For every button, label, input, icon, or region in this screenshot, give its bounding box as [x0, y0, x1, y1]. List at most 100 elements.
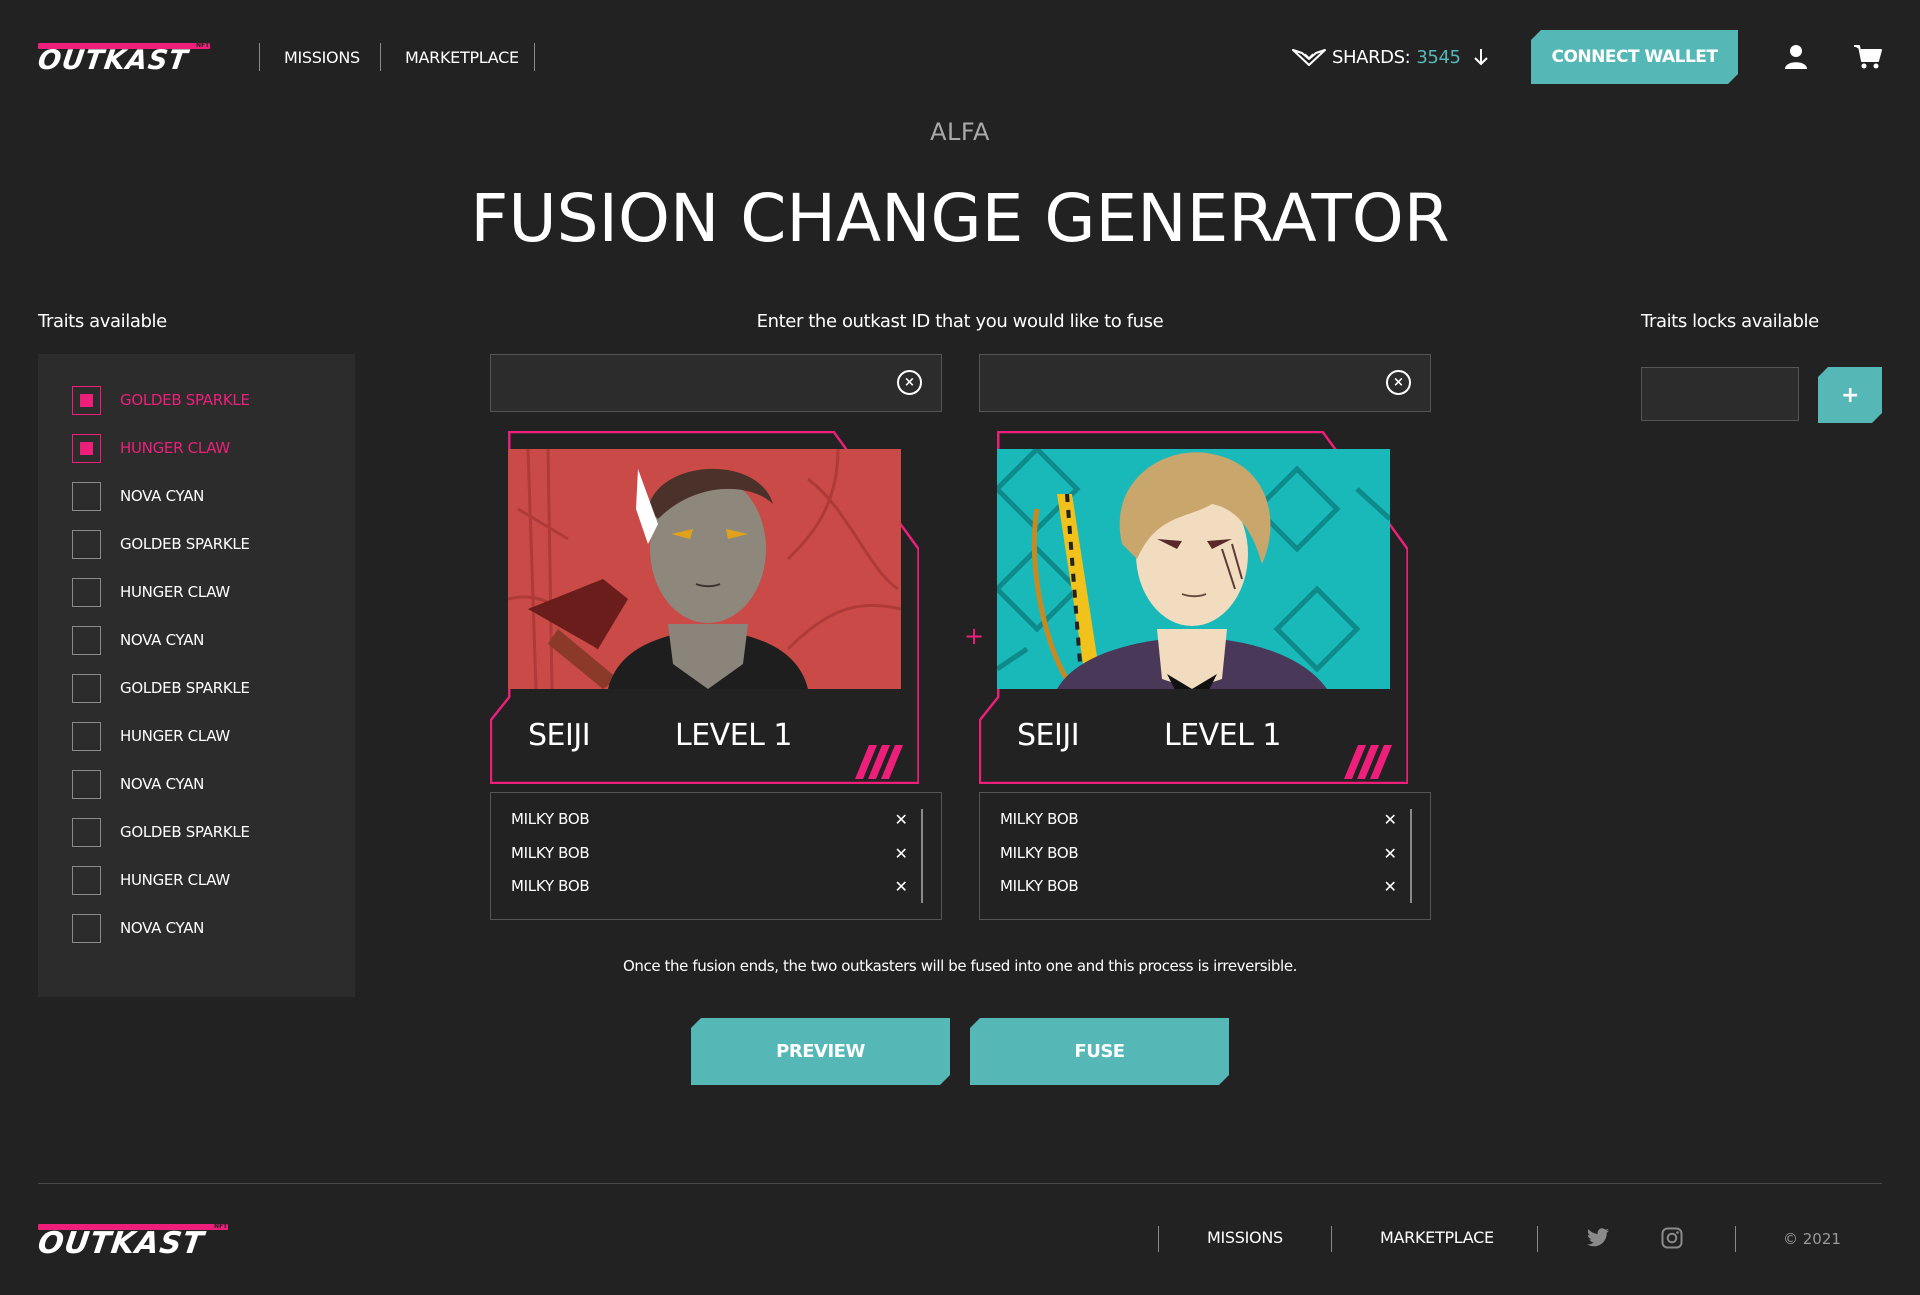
- trait-locks-input[interactable]: [1641, 367, 1799, 421]
- card-name: SEIJI: [1017, 718, 1080, 753]
- trait-option[interactable]: NOVA CYAN: [72, 481, 204, 511]
- close-x-icon[interactable]: ✕: [1380, 844, 1400, 863]
- preview-button[interactable]: PREVIEW: [691, 1018, 950, 1085]
- trait-option-label: GOLDEB SPARKLE: [120, 391, 250, 409]
- logo-badge: NFT: [214, 1223, 228, 1230]
- cart-icon[interactable]: [1853, 44, 1883, 70]
- trait-option-label: NOVA CYAN: [120, 775, 205, 793]
- scrollbar[interactable]: [1410, 809, 1412, 903]
- footer-divider-vertical: [1158, 1226, 1159, 1252]
- trait-option[interactable]: GOLDEB SPARKLE: [72, 673, 250, 703]
- trait-option[interactable]: HUNGER CLAW: [72, 433, 230, 463]
- clear-circle-icon[interactable]: ×: [897, 370, 922, 395]
- footer-divider-vertical: [1331, 1226, 1332, 1252]
- trait-checkbox[interactable]: [72, 673, 101, 703]
- trait-option[interactable]: NOVA CYAN: [72, 625, 204, 655]
- trait-name: MILKY BOB: [1000, 810, 1079, 828]
- trait-row: MILKY BOB ✕: [511, 807, 911, 831]
- logo-wordmark: OUTKAST: [35, 1226, 207, 1261]
- footer-divider-vertical: [1735, 1226, 1736, 1252]
- shards-balance[interactable]: SHARDS: 3545: [1292, 42, 1489, 72]
- card-name: SEIJI: [528, 718, 591, 753]
- trait-name: MILKY BOB: [1000, 877, 1079, 895]
- trait-option[interactable]: NOVA CYAN: [72, 769, 204, 799]
- trait-checkbox[interactable]: [72, 625, 101, 655]
- arrow-down-icon[interactable]: [1473, 47, 1489, 67]
- trait-option[interactable]: HUNGER CLAW: [72, 721, 230, 751]
- card-traits-list-left[interactable]: MILKY BOB ✕ MILKY BOB ✕ MILKY BOB ✕: [490, 792, 942, 920]
- fusion-notice: Once the fusion ends, the two outkasters…: [622, 957, 1298, 975]
- clear-circle-icon[interactable]: ×: [1386, 370, 1411, 395]
- trait-checkbox[interactable]: [72, 481, 101, 511]
- trait-option-label: NOVA CYAN: [120, 487, 205, 505]
- connect-wallet-button[interactable]: CONNECT WALLET: [1531, 30, 1738, 84]
- outkast-id-input-right[interactable]: [979, 354, 1431, 412]
- close-x-icon[interactable]: ✕: [891, 844, 911, 863]
- nav-missions[interactable]: MISSIONS: [284, 44, 360, 72]
- trait-option[interactable]: HUNGER CLAW: [72, 577, 230, 607]
- shards-value: 3545: [1416, 46, 1461, 68]
- card-slashes-decoration: [1344, 745, 1392, 779]
- header-logo[interactable]: NFT OUTKAST: [35, 42, 210, 76]
- trait-row: MILKY BOB ✕: [511, 841, 911, 865]
- trait-checkbox[interactable]: [72, 577, 101, 607]
- trait-checkbox[interactable]: [72, 769, 101, 799]
- trait-option[interactable]: GOLDEB SPARKLE: [72, 817, 250, 847]
- trait-option-label: NOVA CYAN: [120, 631, 205, 649]
- trait-name: MILKY BOB: [1000, 844, 1079, 862]
- outkast-id-input-left[interactable]: [490, 354, 942, 412]
- close-x-icon[interactable]: ✕: [891, 877, 911, 896]
- trait-name: MILKY BOB: [511, 877, 590, 895]
- shards-label: SHARDS:: [1332, 46, 1411, 68]
- fuse-button[interactable]: FUSE: [970, 1018, 1229, 1085]
- nav-divider: [259, 43, 260, 71]
- footer-nav-marketplace[interactable]: MARKETPLACE: [1380, 1228, 1494, 1247]
- instagram-icon[interactable]: [1661, 1227, 1683, 1249]
- card-traits-list-right[interactable]: MILKY BOB ✕ MILKY BOB ✕ MILKY BOB ✕: [979, 792, 1431, 920]
- outkast-card-right[interactable]: SEIJI LEVEL 1: [979, 431, 1408, 784]
- outkast-portrait-left: [508, 449, 901, 689]
- add-trait-lock-button[interactable]: +: [1818, 367, 1882, 423]
- close-x-icon[interactable]: ✕: [891, 810, 911, 829]
- page-subtitle: ALFA: [930, 118, 990, 146]
- trait-row: MILKY BOB ✕: [1000, 841, 1400, 865]
- scrollbar[interactable]: [921, 809, 923, 903]
- page-title: FUSION CHANGE GENERATOR: [470, 180, 1450, 257]
- trait-option-label: HUNGER CLAW: [120, 439, 230, 457]
- trait-locks-heading: Traits locks available: [1641, 311, 1819, 332]
- trait-option[interactable]: GOLDEB SPARKLE: [72, 385, 250, 415]
- trait-name: MILKY BOB: [511, 810, 590, 828]
- trait-row: MILKY BOB ✕: [511, 874, 911, 898]
- twitter-icon[interactable]: [1586, 1228, 1610, 1248]
- trait-option[interactable]: HUNGER CLAW: [72, 865, 230, 895]
- footer-logo[interactable]: NFT OUTKAST: [35, 1223, 228, 1261]
- trait-option-label: GOLDEB SPARKLE: [120, 823, 250, 841]
- trait-checkbox[interactable]: [72, 913, 101, 943]
- logo-wordmark: OUTKAST: [35, 45, 191, 76]
- nav-marketplace[interactable]: MARKETPLACE: [405, 44, 519, 72]
- trait-checkbox[interactable]: [72, 529, 101, 559]
- fusion-heading: Enter the outkast ID that you would like…: [756, 311, 1164, 332]
- nav-divider: [534, 43, 535, 71]
- footer-divider: [38, 1183, 1882, 1184]
- trait-checkbox[interactable]: [72, 865, 101, 895]
- trait-row: MILKY BOB ✕: [1000, 874, 1400, 898]
- nav-divider: [380, 43, 381, 71]
- trait-option-label: HUNGER CLAW: [120, 727, 230, 745]
- footer-nav-missions[interactable]: MISSIONS: [1207, 1228, 1283, 1247]
- close-x-icon[interactable]: ✕: [1380, 810, 1400, 829]
- trait-name: MILKY BOB: [511, 844, 590, 862]
- trait-checkbox[interactable]: [72, 817, 101, 847]
- user-icon[interactable]: [1784, 44, 1808, 70]
- outkast-portrait-right: [997, 449, 1390, 689]
- trait-checkbox[interactable]: [72, 433, 101, 463]
- trait-option[interactable]: GOLDEB SPARKLE: [72, 529, 250, 559]
- trait-checkbox[interactable]: [72, 721, 101, 751]
- close-x-icon[interactable]: ✕: [1380, 877, 1400, 896]
- shard-wing-icon: [1292, 49, 1326, 66]
- trait-option[interactable]: NOVA CYAN: [72, 913, 204, 943]
- trait-checkbox[interactable]: [72, 385, 101, 415]
- logo-badge: NFT: [196, 42, 210, 49]
- outkast-card-left[interactable]: SEIJI LEVEL 1: [490, 431, 919, 784]
- copyright: © 2021: [1783, 1230, 1841, 1248]
